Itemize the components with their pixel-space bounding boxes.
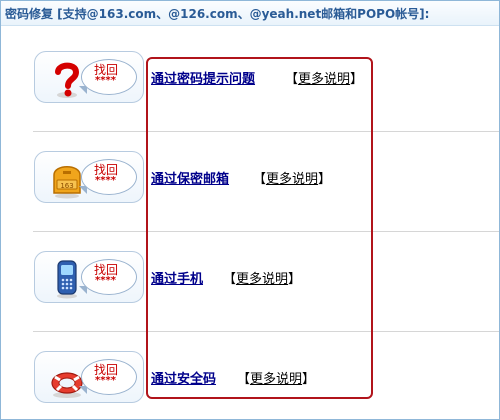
email-recovery-icon-box: 163 找回 **** bbox=[34, 151, 144, 203]
bracket-close: 】 bbox=[302, 372, 316, 387]
more-info-link[interactable]: 更多说明 bbox=[266, 172, 318, 187]
mobile-recovery-icon-box: 找回 **** bbox=[34, 251, 144, 303]
page-title: 密码修复 [支持@163.com、@126.com、@yeah.net邮箱和PO… bbox=[5, 7, 430, 21]
row-divider bbox=[33, 331, 499, 332]
question-recovery-icon-box: 找回 **** bbox=[34, 51, 144, 103]
bracket-close: 】 bbox=[288, 272, 302, 287]
recovery-option-email: 163 找回 **** 通过保密邮箱 【更多说明】 bbox=[1, 149, 499, 229]
more-info-link[interactable]: 更多说明 bbox=[298, 72, 350, 87]
retrieve-stars: **** bbox=[95, 375, 116, 386]
more-info-link[interactable]: 更多说明 bbox=[236, 272, 288, 287]
password-question-link[interactable]: 通过密码提示问题 bbox=[151, 68, 255, 87]
mobile-link[interactable]: 通过手机 bbox=[151, 268, 203, 287]
secure-email-link[interactable]: 通过保密邮箱 bbox=[151, 168, 229, 187]
row-divider bbox=[33, 131, 499, 132]
retrieve-stars: **** bbox=[95, 275, 116, 286]
bracket-close: 】 bbox=[318, 172, 332, 187]
password-recovery-panel: 密码修复 [支持@163.com、@126.com、@yeah.net邮箱和PO… bbox=[0, 0, 500, 420]
svg-text:163: 163 bbox=[60, 182, 73, 190]
bracket-open: 【 bbox=[285, 72, 299, 87]
more-info: 【更多说明】 bbox=[237, 368, 315, 387]
recovery-option-question: 找回 **** 通过密码提示问题 【更多说明】 bbox=[1, 49, 499, 129]
bracket-open: 【 bbox=[237, 372, 251, 387]
panel-header: 密码修复 [支持@163.com、@126.com、@yeah.net邮箱和PO… bbox=[1, 1, 499, 26]
bracket-open: 【 bbox=[253, 172, 267, 187]
security-code-link[interactable]: 通过安全码 bbox=[151, 368, 216, 387]
more-info-link[interactable]: 更多说明 bbox=[250, 372, 302, 387]
retrieve-stars: **** bbox=[95, 75, 116, 86]
recovery-option-mobile: 找回 **** 通过手机 【更多说明】 bbox=[1, 249, 499, 329]
more-info: 【更多说明】 bbox=[285, 68, 363, 87]
more-info: 【更多说明】 bbox=[223, 268, 301, 287]
bracket-open: 【 bbox=[223, 272, 237, 287]
recovery-option-security-code: 找回 **** 通过安全码 【更多说明】 bbox=[1, 349, 499, 419]
bracket-close: 】 bbox=[350, 72, 364, 87]
security-code-recovery-icon-box: 找回 **** bbox=[34, 351, 144, 403]
more-info: 【更多说明】 bbox=[253, 168, 331, 187]
row-divider bbox=[33, 231, 499, 232]
retrieve-stars: **** bbox=[95, 175, 116, 186]
